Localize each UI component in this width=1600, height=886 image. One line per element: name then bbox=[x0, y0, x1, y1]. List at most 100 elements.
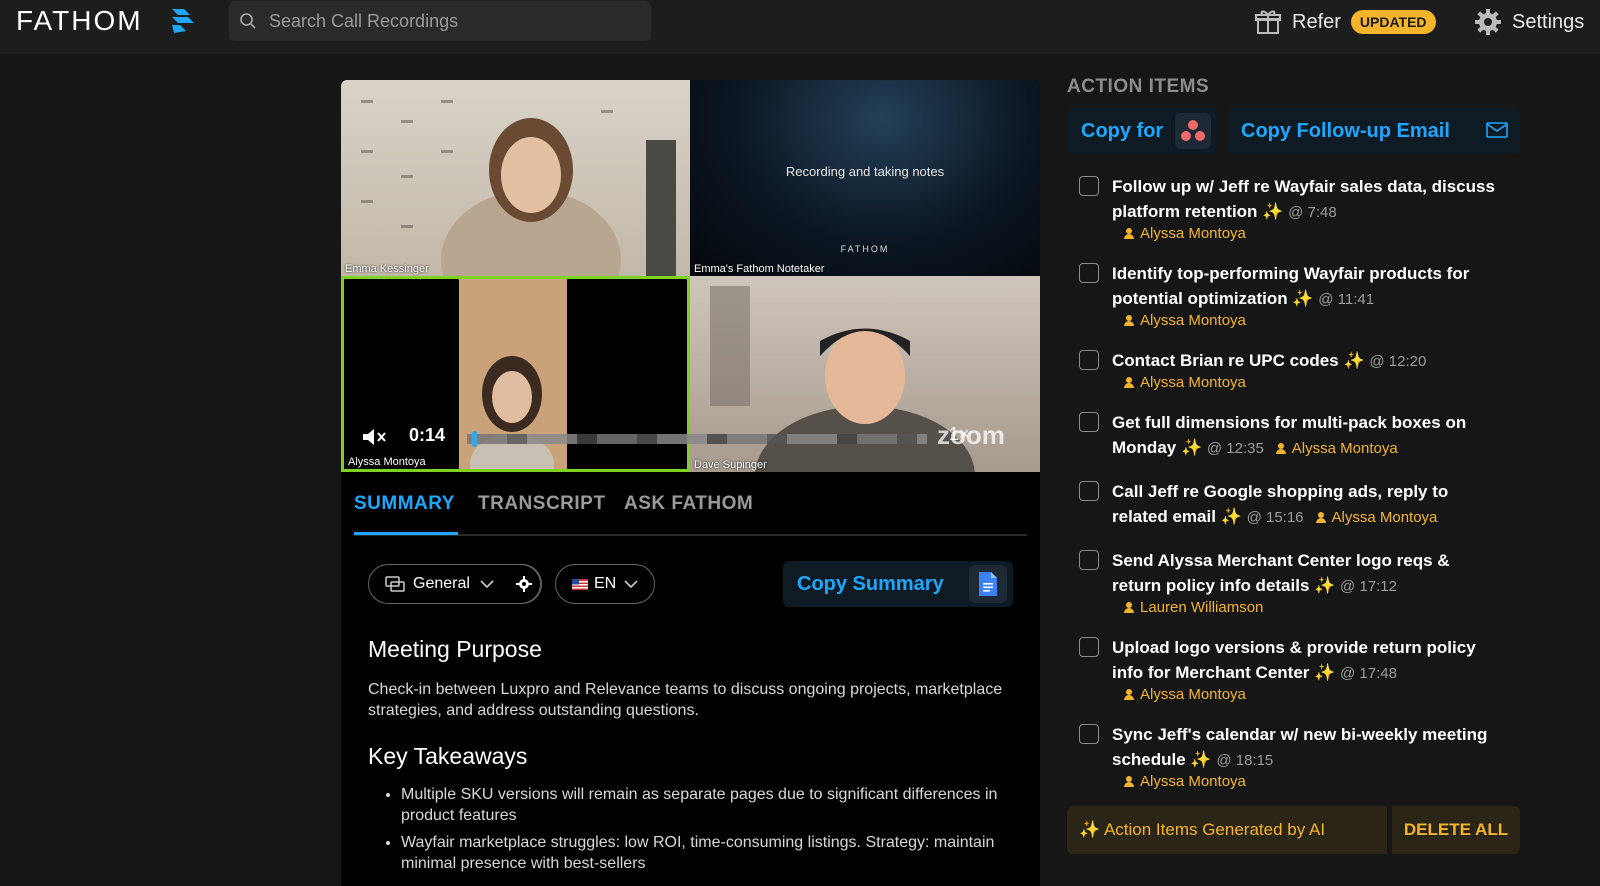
action-item-timestamp[interactable]: @ 17:48 bbox=[1340, 665, 1397, 682]
action-item-assignee[interactable]: Alyssa Montoya bbox=[1112, 312, 1499, 330]
tab-transcript[interactable]: TRANSCRIPT bbox=[478, 493, 605, 515]
sparkle-icon: ✨ bbox=[1176, 438, 1207, 457]
action-item-timestamp[interactable]: @ 15:16 bbox=[1247, 509, 1304, 526]
action-item-text[interactable]: Upload logo versions & provide return po… bbox=[1112, 635, 1499, 686]
action-item-checkbox[interactable] bbox=[1079, 263, 1099, 283]
copy-for-asana-button[interactable]: Copy for bbox=[1067, 108, 1217, 154]
sparkle-icon: ✨ bbox=[1309, 576, 1341, 595]
action-item-text[interactable]: Sync Jeff's calendar w/ new bi-weekly me… bbox=[1112, 722, 1499, 773]
key-takeaways-heading: Key Takeaways bbox=[368, 743, 528, 769]
action-item-assignee[interactable]: Alyssa Montoya bbox=[1304, 509, 1437, 526]
tab-summary[interactable]: SUMMARY bbox=[354, 493, 455, 515]
participant-tile: Recording and taking notes FATHOM Emma's… bbox=[690, 80, 1040, 276]
search-input[interactable] bbox=[269, 1, 639, 41]
action-items-panel: ACTION ITEMS Copy for Copy Follow-up Ema… bbox=[1067, 72, 1520, 886]
assignee-name: Alyssa Montoya bbox=[1291, 440, 1398, 457]
copy-summary-button[interactable]: Copy Summary bbox=[783, 561, 1013, 607]
action-item-timestamp[interactable]: @ 17:12 bbox=[1340, 578, 1397, 595]
google-docs-icon bbox=[969, 565, 1007, 603]
action-item-timestamp[interactable]: @ 18:15 bbox=[1216, 752, 1273, 769]
assignee-name: Alyssa Montoya bbox=[1140, 225, 1246, 242]
action-item-checkbox[interactable] bbox=[1079, 550, 1099, 570]
gear-icon bbox=[1475, 9, 1501, 35]
action-item-assignee[interactable]: Alyssa Montoya bbox=[1112, 773, 1499, 791]
refer-button[interactable]: Refer UPDATED bbox=[1254, 6, 1436, 38]
person-icon bbox=[1124, 377, 1134, 388]
tab-ask-fathom[interactable]: ASK FATHOM bbox=[624, 493, 753, 515]
action-item-assignee[interactable]: Alyssa Montoya bbox=[1112, 225, 1499, 243]
copy-follow-up-email-button[interactable]: Copy Follow-up Email bbox=[1227, 108, 1520, 154]
participant-name: Emma's Fathom Notetaker bbox=[694, 263, 825, 275]
action-item-checkbox[interactable] bbox=[1079, 412, 1099, 432]
action-item-assignee[interactable]: Alyssa Montoya bbox=[1112, 686, 1499, 704]
active-tab-indicator bbox=[354, 532, 458, 535]
action-item-timestamp[interactable]: @ 11:41 bbox=[1318, 291, 1374, 308]
action-item-text[interactable]: Identify top-performing Wayfair products… bbox=[1112, 261, 1499, 312]
assignee-name: Alyssa Montoya bbox=[1140, 773, 1246, 790]
sparkle-icon: ✨ bbox=[1309, 663, 1341, 682]
sparkle-icon: ✨ bbox=[1338, 351, 1370, 370]
list-item: Multiple SKU versions will remain as sep… bbox=[401, 784, 1008, 826]
action-item-text[interactable]: Call Jeff re Google shopping ads, reply … bbox=[1112, 479, 1499, 530]
action-item-checkbox[interactable] bbox=[1079, 176, 1099, 196]
person-icon bbox=[1124, 602, 1134, 613]
playback-speed[interactable]: 1× bbox=[949, 424, 970, 445]
fathom-logo-icon bbox=[172, 9, 194, 33]
action-item-assignee[interactable]: Lauren Williamson bbox=[1112, 599, 1499, 617]
player-controls: 0:14 zoom 1× bbox=[341, 418, 1040, 458]
person-icon bbox=[1124, 689, 1134, 700]
action-item: Call Jeff re Google shopping ads, reply … bbox=[1079, 479, 1499, 530]
action-item-checkbox[interactable] bbox=[1079, 481, 1099, 501]
action-item-assignee[interactable]: Alyssa Montoya bbox=[1112, 374, 1499, 392]
action-items-list: Follow up w/ Jeff re Wayfair sales data,… bbox=[1079, 174, 1499, 809]
action-item-text[interactable]: Send Alyssa Merchant Center logo reqs & … bbox=[1112, 548, 1499, 599]
assignee-name: Lauren Williamson bbox=[1140, 599, 1264, 616]
action-item-timestamp[interactable]: @ 12:20 bbox=[1369, 353, 1426, 370]
copy-summary-label: Copy Summary bbox=[797, 572, 944, 595]
meeting-purpose-heading: Meeting Purpose bbox=[368, 636, 542, 662]
fathom-logo-text[interactable]: FATHOM bbox=[16, 5, 143, 37]
playback-progress-bar[interactable] bbox=[467, 431, 927, 447]
participant-tile: Emma Kessinger bbox=[341, 80, 690, 276]
action-item-text[interactable]: Follow up w/ Jeff re Wayfair sales data,… bbox=[1112, 174, 1499, 225]
video-player[interactable]: Emma Kessinger Recording and taking note… bbox=[341, 80, 1040, 472]
action-item: Get full dimensions for multi-pack boxes… bbox=[1079, 410, 1499, 461]
settings-label: Settings bbox=[1512, 10, 1585, 33]
zoom-watermark: zoom bbox=[937, 420, 1005, 450]
action-item-assignee[interactable]: Alyssa Montoya bbox=[1264, 440, 1398, 457]
gift-icon bbox=[1255, 10, 1281, 34]
action-item-text[interactable]: Contact Brian re UPC codes ✨ @ 12:20 bbox=[1112, 348, 1499, 374]
language-select[interactable]: EN bbox=[555, 564, 655, 604]
search-icon bbox=[240, 13, 256, 29]
sparkle-icon: ✨ bbox=[1287, 289, 1319, 308]
action-item-text[interactable]: Get full dimensions for multi-pack boxes… bbox=[1112, 410, 1499, 461]
chevron-down-icon bbox=[624, 580, 638, 589]
mute-icon[interactable] bbox=[361, 426, 389, 448]
sparkle-icon: ✨ bbox=[1185, 750, 1217, 769]
language-label: EN bbox=[594, 575, 617, 592]
meeting-purpose-text: Check-in between Luxpro and Relevance te… bbox=[368, 681, 1003, 719]
action-item-title: Send Alyssa Merchant Center logo reqs & … bbox=[1112, 551, 1450, 595]
action-item-timestamp[interactable]: @ 12:35 bbox=[1207, 440, 1264, 457]
delete-all-button[interactable]: DELETE ALL bbox=[1392, 806, 1520, 854]
notetaker-brand: FATHOM bbox=[840, 244, 890, 254]
copy-email-label: Copy Follow-up Email bbox=[1241, 119, 1450, 142]
search-bar[interactable] bbox=[229, 1, 651, 41]
person-icon bbox=[1315, 512, 1326, 523]
template-label: General bbox=[413, 575, 470, 592]
action-items-title: ACTION ITEMS bbox=[1067, 76, 1210, 97]
mail-icon bbox=[1486, 122, 1508, 138]
action-item: Send Alyssa Merchant Center logo reqs & … bbox=[1079, 548, 1499, 617]
participant-video bbox=[361, 100, 676, 276]
summary-content: Meeting Purpose Check-in between Luxpro … bbox=[368, 636, 1008, 880]
action-item-checkbox[interactable] bbox=[1079, 637, 1099, 657]
action-item-timestamp[interactable]: @ 7:48 bbox=[1288, 204, 1337, 221]
playhead[interactable] bbox=[471, 431, 477, 447]
action-item-checkbox[interactable] bbox=[1079, 350, 1099, 370]
top-bar: FATHOM Refer UPDATED bbox=[0, 0, 1600, 54]
settings-button[interactable]: Settings bbox=[1474, 6, 1584, 38]
ai-generated-note: ✨ Action Items Generated by AI bbox=[1067, 806, 1387, 854]
action-item-checkbox[interactable] bbox=[1079, 724, 1099, 744]
person-icon bbox=[1124, 776, 1134, 787]
assignee-name: Alyssa Montoya bbox=[1140, 374, 1246, 391]
